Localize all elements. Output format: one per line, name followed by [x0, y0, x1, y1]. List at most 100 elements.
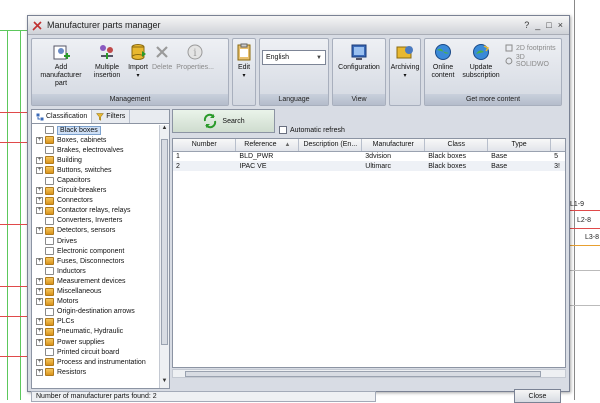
search-button[interactable]: Search	[172, 109, 275, 133]
expand-icon[interactable]: +	[36, 187, 43, 195]
column-header-type[interactable]: Type	[487, 139, 552, 152]
properties-button[interactable]: i Properties...	[174, 42, 216, 72]
help-button[interactable]: ?	[524, 20, 529, 30]
tree-item-label: Process and instrumentation	[57, 358, 146, 366]
table-scroll-thumb[interactable]	[185, 371, 541, 377]
expand-icon[interactable]: +	[36, 368, 43, 376]
column-header-number[interactable]: Number	[173, 139, 237, 152]
table-row[interactable]: 1 BLD_PWR 3dvision Black boxes Base 5	[173, 151, 565, 161]
tree-item[interactable]: + Buttons, switches	[32, 165, 159, 175]
expand-icon[interactable]: +	[36, 257, 43, 265]
expand-icon[interactable]: +	[36, 288, 43, 296]
tree-item-label: Miscellaneous	[57, 288, 102, 296]
expand-icon[interactable]: +	[36, 298, 43, 306]
language-select[interactable]: English ▼	[262, 50, 326, 65]
expand-icon[interactable]: +	[36, 166, 43, 174]
column-header-class[interactable]: Class	[424, 139, 489, 152]
document-icon	[45, 267, 54, 276]
expand-icon[interactable]: +	[36, 207, 43, 215]
tree-item[interactable]: + Measurement devices	[32, 276, 159, 286]
checkbox-box[interactable]	[279, 126, 287, 134]
wire-label-l3: L3-8	[585, 234, 600, 241]
management-caption: Management	[32, 94, 228, 105]
automatic-refresh-checkbox[interactable]: Automatic refresh	[279, 126, 345, 134]
tree-item[interactable]: Capacitors	[32, 175, 159, 185]
document-icon	[45, 176, 54, 185]
expand-icon[interactable]: +	[36, 197, 43, 205]
close-button[interactable]: Close	[514, 389, 561, 403]
sort-ascending-icon: ▲	[284, 142, 291, 149]
scroll-up-icon[interactable]: ▲	[160, 125, 169, 135]
expand-icon[interactable]: +	[36, 318, 43, 326]
table-horizontal-scrollbar[interactable]	[172, 369, 566, 378]
expand-icon[interactable]: +	[36, 136, 43, 144]
expand-icon[interactable]: +	[36, 338, 43, 346]
tree-item[interactable]: + Process and instrumentation	[32, 357, 159, 367]
document-icon	[45, 126, 54, 135]
get-more-content-caption: Get more content	[425, 94, 561, 105]
tree-item[interactable]: Printed circuit board	[32, 347, 159, 357]
expand-icon[interactable]: +	[36, 227, 43, 235]
maximize-button[interactable]: □	[546, 20, 551, 30]
expand-icon[interactable]: +	[36, 156, 43, 164]
tree-item[interactable]: Brakes, electrovalves	[32, 145, 159, 155]
tree-item[interactable]: + Motors	[32, 297, 159, 307]
delete-button[interactable]: Delete	[150, 42, 174, 72]
tree-item[interactable]: Electronic component	[32, 246, 159, 256]
column-header-manufacturer[interactable]: Manufacturer	[361, 139, 426, 152]
tree-item[interactable]: + Connectors	[32, 196, 159, 206]
tree-scroll-thumb[interactable]	[161, 139, 168, 345]
multiple-insertion-button[interactable]: Multiple insertion	[88, 42, 126, 80]
tree-item[interactable]: Inductors	[32, 266, 159, 276]
scroll-down-icon[interactable]: ▼	[160, 378, 169, 388]
window-title: Manufacturer parts manager	[47, 20, 161, 30]
tree-item[interactable]: + Building	[32, 155, 159, 165]
tree-item-label: Building	[57, 156, 82, 164]
configuration-button[interactable]: Configuration	[336, 42, 382, 72]
import-button[interactable]: Import ▾	[126, 42, 150, 80]
add-manufacturer-part-button[interactable]: Add manufacturer part	[34, 42, 88, 88]
tree-item[interactable]: + PLCs	[32, 317, 159, 327]
tree-item[interactable]: + Boxes, cabinets	[32, 135, 159, 145]
close-window-button[interactable]: ×	[558, 20, 563, 30]
tree-item-label: Capacitors	[57, 177, 91, 185]
tree-item[interactable]: + Contactor relays, relays	[32, 206, 159, 216]
edit-dropdown-icon: ▾	[242, 73, 246, 79]
update-subscription-button[interactable]: Update subscription	[459, 42, 503, 80]
2d-footprints-button[interactable]: 2D footprints	[505, 42, 559, 54]
column-header-description[interactable]: Description (En...	[298, 139, 363, 152]
tree-item[interactable]: + Resistors	[32, 367, 159, 377]
expand-icon[interactable]: +	[36, 328, 43, 336]
archiving-button[interactable]: Archiving ▾	[389, 42, 422, 80]
tree-item[interactable]: + Circuit-breakers	[32, 186, 159, 196]
column-header-extra[interactable]	[550, 139, 565, 152]
expand-icon[interactable]: +	[36, 277, 43, 285]
folder-icon	[45, 226, 54, 235]
tree-scrollbar[interactable]: ▲ ▼	[159, 125, 169, 388]
tree-item[interactable]: + Miscellaneous	[32, 287, 159, 297]
tree-item[interactable]: + Power supplies	[32, 337, 159, 347]
table-row[interactable]: 2 IPAC VE Ultimarc Black boxes Base 3!	[173, 161, 565, 171]
configuration-icon	[351, 44, 367, 60]
folder-icon	[45, 327, 54, 336]
tree-item[interactable]: + Fuses, Disconnectors	[32, 256, 159, 266]
tree-item-label: Connectors	[57, 197, 93, 205]
online-content-button[interactable]: Online content	[427, 42, 459, 80]
tab-classification[interactable]: Classification	[32, 110, 93, 123]
title-bar[interactable]: Manufacturer parts manager ? _ □ ×	[28, 16, 569, 35]
tree-item[interactable]: Converters, Inverters	[32, 216, 159, 226]
tree-item[interactable]: Black boxes	[32, 125, 159, 135]
column-header-reference[interactable]: Reference ▲	[235, 139, 300, 152]
tree-item[interactable]: + Pneumatic, Hydraulic	[32, 327, 159, 337]
tree-item[interactable]: Drives	[32, 236, 159, 246]
edit-button[interactable]: Edit ▾	[232, 42, 256, 80]
expand-icon[interactable]: +	[36, 358, 43, 366]
wire-label-l1: L1-9	[570, 201, 585, 208]
classification-icon	[36, 113, 44, 120]
tab-filters[interactable]: Filters	[92, 110, 131, 123]
tree-item[interactable]: + Detectors, sensors	[32, 226, 159, 236]
tree-item[interactable]: Origin-destination arrows	[32, 307, 159, 317]
folder-icon	[45, 297, 54, 306]
3d-solidworks-button[interactable]: 3D SOLIDWO	[505, 54, 559, 68]
minimize-button[interactable]: _	[535, 20, 540, 30]
